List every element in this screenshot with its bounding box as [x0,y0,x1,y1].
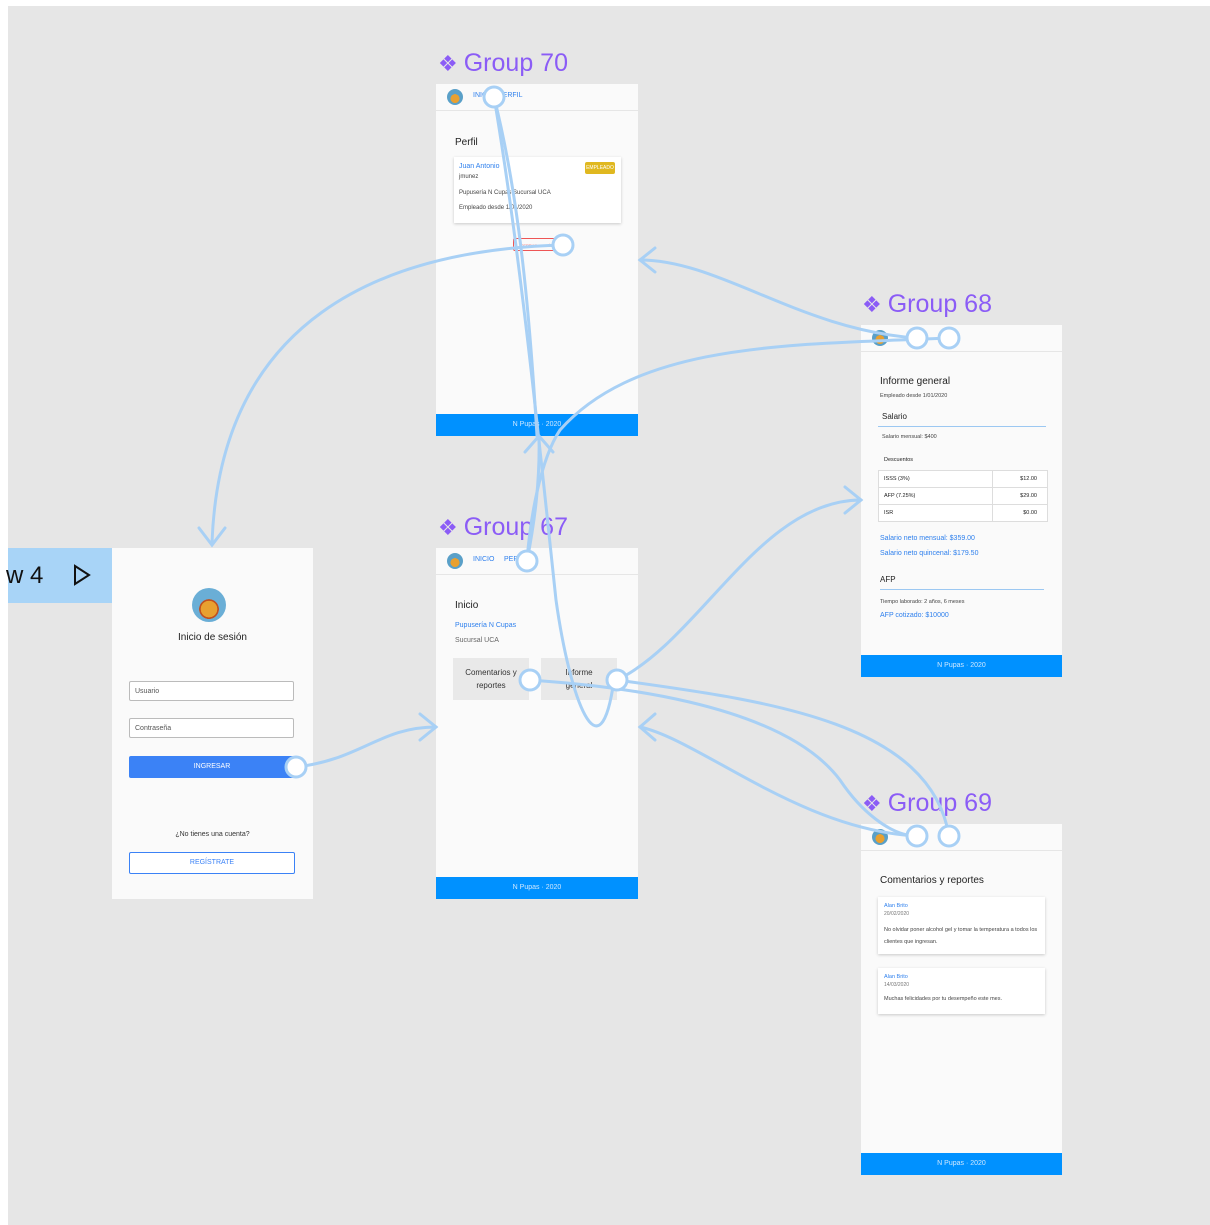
link-hotspot [937,824,961,848]
link-wire [615,498,863,682]
link-hotspot [551,233,575,257]
link-wire [492,95,539,438]
link-wire [294,725,438,769]
link-hotspot [905,824,929,848]
link-hotspot [518,668,542,692]
link-hotspot [482,85,506,109]
link-wire [528,678,919,838]
link-wire [615,678,951,838]
link-wire [525,336,951,563]
link-hotspot [605,668,629,692]
link-hotspot [905,326,929,350]
link-hotspot [284,755,308,779]
link-hotspot [937,326,961,350]
link-hotspot [515,549,539,573]
link-arrowhead-icon [637,712,657,742]
link-wire [210,243,565,545]
prototype-links [197,85,961,848]
link-wire [638,258,919,340]
